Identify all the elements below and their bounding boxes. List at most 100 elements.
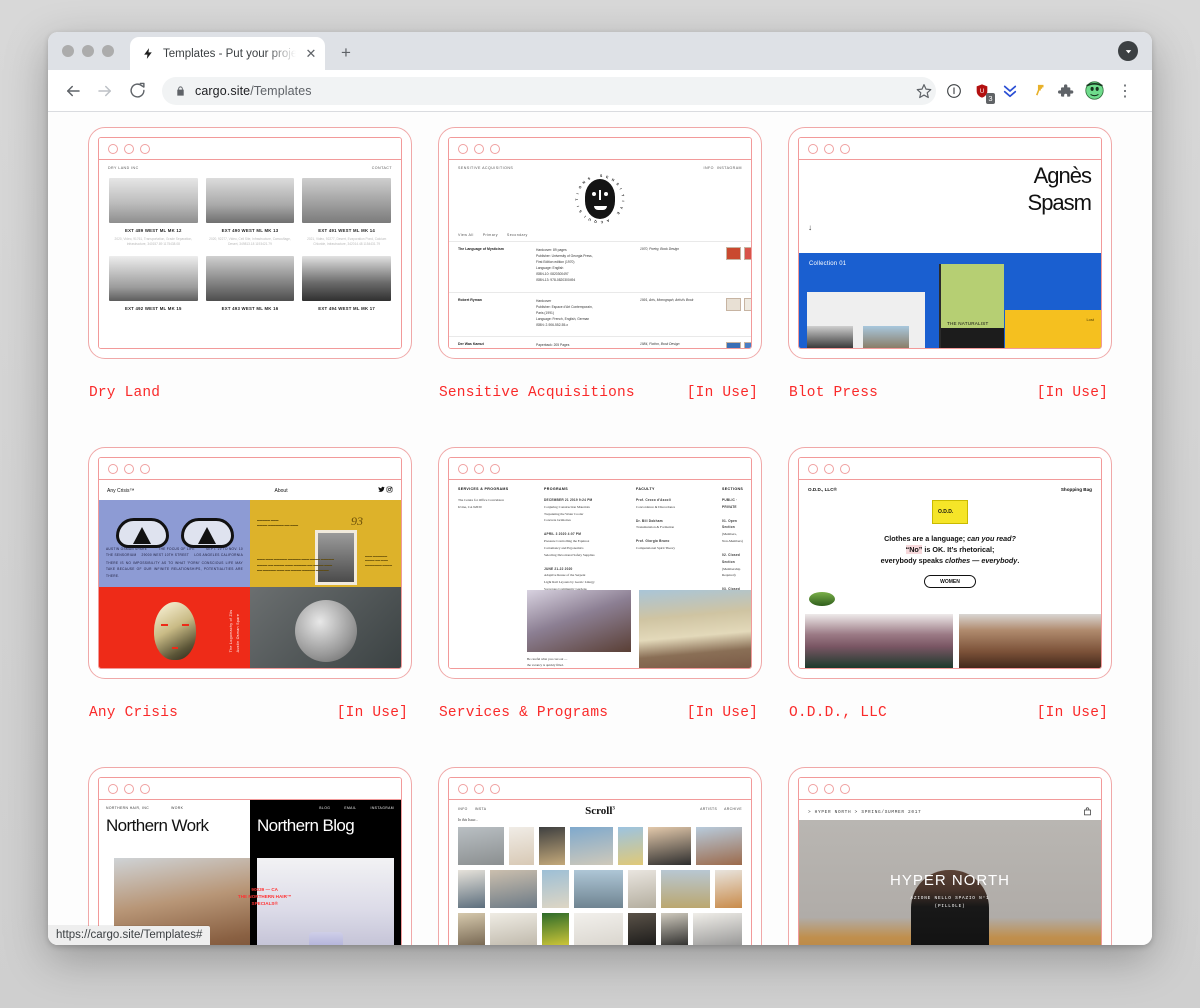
mini-browser: NORTHERN HAIR, INC WORK Northern Work BL…: [98, 777, 402, 945]
catalog-row: Robert Ryman Hardcover Publisher: Espace…: [449, 291, 751, 332]
grid-item: EXT 493 WEST ML MK 16: [205, 255, 295, 311]
template-card[interactable]: O.D.D., LLC® Shopping Bag O.D.D. Clothes…: [788, 447, 1112, 767]
image-caption: Be careful what you cast out — the vacan…: [527, 657, 568, 668]
mini-dot-1: [808, 783, 818, 794]
quote-part: .: [1017, 556, 1020, 566]
mini-dot-1: [458, 463, 468, 474]
template-preview-frame[interactable]: SERVICES & PROGRAMS The Centre for Offic…: [438, 447, 762, 679]
flag-logo: O.D.D.: [799, 500, 1101, 524]
mini-browser: DRY LAND INC CONTACT EXT 489 WEST ML MK …: [98, 137, 402, 349]
template-status: [In Use]: [686, 385, 758, 401]
template-name[interactable]: Services & Programs: [439, 705, 608, 721]
template-card[interactable]: Any Crisis™ About AUSTIN OSMAN SPARE THE…: [88, 447, 412, 767]
thumb: [744, 247, 751, 260]
twitter-icon: [377, 486, 385, 492]
template-card[interactable]: NORTHERN HAIR, INC WORK Northern Work BL…: [88, 767, 412, 945]
chevrons-down-icon[interactable]: [996, 77, 1024, 105]
back-button[interactable]: [58, 76, 88, 106]
red-panel: The Logomachy of Zōs Austin Osman Spare: [99, 587, 250, 668]
template-card[interactable]: Agnès Spasm ↓ Collection 01 THE NATURALI…: [788, 127, 1112, 447]
hero-title: HYPER NORTH: [890, 872, 1010, 889]
template-card[interactable]: SENSITIVE ACQUISITIONS INFO INSTAGRAM S …: [438, 127, 762, 447]
product-photo-1: [805, 614, 953, 668]
maximize-window-button[interactable]: [102, 45, 114, 57]
template-preview-frame[interactable]: INFO INSTA ARTISTS ARCHIVE Scroll3 In th…: [438, 767, 762, 945]
section-note: (Membership Required): [722, 566, 741, 578]
photo: [574, 913, 624, 945]
photo-caption: EXT 489 WEST ML MK 12: [124, 228, 182, 233]
template-card[interactable]: INFO INSTA ARTISTS ARCHIVE Scroll3 In th…: [438, 767, 762, 945]
page-viewport: DRY LAND INC CONTACT EXT 489 WEST ML MK …: [48, 112, 1152, 945]
mini-dot-2: [824, 143, 834, 154]
minimize-window-button[interactable]: [82, 45, 94, 57]
template-name[interactable]: Any Crisis: [89, 705, 178, 721]
template-preview-frame[interactable]: > HYPER NORTH > SPRING/SUMMER 2017 HYPER…: [788, 767, 1112, 945]
hero-subtitle-line1: AZIONE NELLO SPAZIO N°1: [910, 896, 990, 901]
url-host: cargo.site: [195, 83, 251, 98]
nav-instagram: INSTAGRAM: [370, 806, 394, 810]
photo-caption: EXT 492 WEST ML MK 15: [124, 305, 182, 311]
template-preview-frame[interactable]: SENSITIVE ACQUISITIONS INFO INSTAGRAM S …: [438, 127, 762, 359]
address-bar[interactable]: cargo.site/Templates: [162, 76, 936, 105]
mini-dot-1: [458, 143, 468, 154]
close-tab-icon[interactable]: ✕: [303, 46, 319, 62]
template-card[interactable]: DRY LAND INC CONTACT EXT 489 WEST ML MK …: [88, 127, 412, 447]
mini-dot-3: [840, 783, 850, 794]
puzzle-piece-icon[interactable]: [1052, 77, 1080, 105]
template-name[interactable]: O.D.D., LLC: [789, 705, 887, 721]
template-preview-frame[interactable]: Agnès Spasm ↓ Collection 01 THE NATURALI…: [788, 127, 1112, 359]
mask-eye-left: [160, 623, 168, 626]
new-tab-button[interactable]: +: [332, 39, 360, 67]
catalog-row: The Language of Mysticism Hardcover: 89 …: [449, 241, 751, 288]
ublock-shield-icon[interactable]: U 3: [968, 77, 996, 105]
mini-browser: SENSITIVE ACQUISITIONS INFO INSTAGRAM S …: [448, 137, 752, 349]
profile-avatar-icon[interactable]: [1080, 77, 1108, 105]
star-icon[interactable]: [910, 77, 938, 105]
thumb: [744, 342, 751, 348]
grey-panel: [250, 587, 401, 668]
close-window-button[interactable]: [62, 45, 74, 57]
green-book: THE NATURALIST: [939, 264, 1004, 348]
category-button-women: WOMEN: [924, 575, 976, 589]
hero-subtitle: AZIONE NELLO SPAZIO N°1 (PILLOLE): [799, 895, 1101, 911]
mini-dot-3: [140, 463, 150, 474]
url-path: /Templates: [250, 83, 312, 98]
template-card[interactable]: SERVICES & PROGRAMS The Centre for Offic…: [438, 447, 762, 767]
faculty-subject: Computational Spirit Theory: [636, 546, 676, 551]
quote-part-italic: clothes — everybody: [945, 556, 1018, 566]
download-chevron-icon[interactable]: [1118, 41, 1138, 61]
nav-archive: ARCHIVE: [724, 807, 742, 811]
image-with-caption: Be careful what you cast out — the vacan…: [527, 590, 631, 668]
site-header: DRY LAND INC CONTACT: [99, 160, 401, 170]
right-title: Northern Blog: [257, 816, 355, 835]
template-card[interactable]: > HYPER NORTH > SPRING/SUMMER 2017 HYPER…: [788, 767, 1112, 945]
template-preview-frame[interactable]: NORTHERN HAIR, INC WORK Northern Work BL…: [88, 767, 412, 945]
section-label: 02. Closed Section: [722, 552, 740, 564]
template-name[interactable]: Sensitive Acquisitions: [439, 385, 635, 401]
logo-superscript: 3: [612, 806, 615, 812]
photo: [541, 913, 570, 945]
template-name[interactable]: Blot Press: [789, 385, 878, 401]
hero-subtitle-line2: (PILLOLE): [934, 903, 966, 909]
section-entry: 01. Open Section (Members, Non-Members): [722, 518, 743, 545]
photo: [302, 255, 391, 301]
key-icon[interactable]: [1024, 77, 1052, 105]
browser-menu-button[interactable]: ⋮: [1110, 76, 1140, 106]
quote-part: is OK. It’s rhetorical;: [922, 545, 995, 555]
site-screenshot-sensitive-acquisitions: SENSITIVE ACQUISITIONS INFO INSTAGRAM S …: [449, 160, 751, 348]
left-nav: NORTHERN HAIR, INC WORK: [99, 800, 250, 810]
browser-tab[interactable]: Templates - Put your projects o ✕: [130, 37, 325, 70]
info-circle-icon[interactable]: [940, 77, 968, 105]
forward-button[interactable]: [90, 76, 120, 106]
section-entry: 02. Closed Section (Membership Required): [722, 552, 743, 579]
template-preview-frame[interactable]: Any Crisis™ About AUSTIN OSMAN SPARE THE…: [88, 447, 412, 679]
program-date: JUNE 21-22 2020: [544, 566, 573, 571]
red-panel-vertical-text: The Logomachy of Zōs Austin Osman Spare: [229, 609, 241, 652]
reload-button[interactable]: [122, 76, 152, 106]
mini-dot-1: [458, 783, 468, 794]
template-preview-frame[interactable]: DRY LAND INC CONTACT EXT 489 WEST ML MK …: [88, 127, 412, 359]
issue-number: 93: [351, 514, 363, 528]
template-name[interactable]: Dry Land: [89, 385, 160, 401]
mini-browser-chrome: [799, 458, 1101, 480]
template-preview-frame[interactable]: O.D.D., LLC® Shopping Bag O.D.D. Clothes…: [788, 447, 1112, 679]
